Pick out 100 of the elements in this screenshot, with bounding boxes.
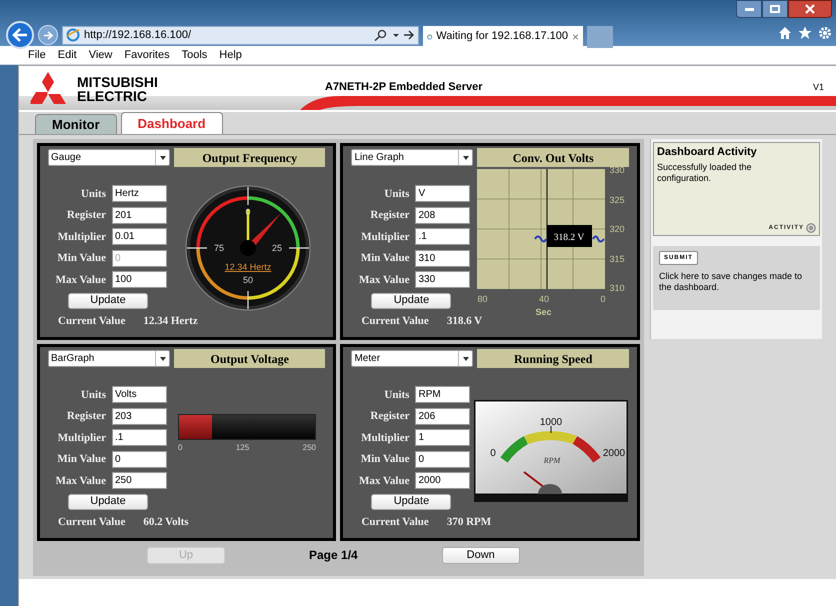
field-label: Max Value — [358, 474, 410, 488]
field-label: Units — [383, 388, 410, 402]
logo-diamonds-icon — [29, 72, 67, 106]
panel-title: Dashboard Activity — [656, 145, 758, 160]
text-field[interactable]: 206 — [415, 408, 470, 425]
status-message: Successfully loaded the configuration. — [656, 162, 753, 184]
display-type-dropdown[interactable]: Meter — [351, 350, 474, 367]
activity-indicator-icon — [806, 223, 816, 233]
current-value: 318.6 V — [446, 314, 482, 328]
text-field[interactable]: 310 — [415, 250, 470, 267]
field-label: Units — [383, 186, 410, 202]
current-value-label: Current Value — [361, 514, 429, 530]
text-field[interactable]: 0.01 — [112, 228, 167, 246]
field-label: Min Value — [56, 251, 107, 266]
field-label: Multiplier — [56, 430, 107, 446]
page-indicator: Page 1/4 — [309, 547, 358, 564]
page-tab[interactable]: Dashboard — [120, 112, 223, 134]
tab-close-button[interactable]: × — [572, 28, 579, 46]
axis-tick-label: 310 — [609, 283, 624, 293]
field-label: Register — [66, 409, 107, 424]
page-tab[interactable]: Monitor — [35, 114, 117, 134]
scale-label: 25 — [272, 242, 282, 253]
tooltip-background — [547, 225, 592, 247]
scale-label: 75 — [214, 242, 224, 253]
text-field[interactable]: 330 — [415, 271, 470, 288]
text-field[interactable]: 1 — [415, 429, 470, 446]
display-type-dropdown[interactable]: BarGraph — [48, 350, 170, 367]
display-type-dropdown[interactable]: Gauge — [48, 149, 170, 166]
axis-tick-label: 0 — [600, 294, 606, 304]
minimize-button[interactable] — [736, 0, 762, 18]
text-field[interactable]: 203 — [112, 408, 167, 425]
widget-title: Conv. Out Volts — [477, 148, 629, 167]
browser-page-icon — [66, 28, 80, 42]
version-label: V1 — [812, 81, 824, 94]
axis-tick-label: 330 — [609, 165, 624, 175]
scale-label: 2000 — [603, 448, 626, 459]
scale-label: 0 — [178, 442, 182, 454]
menu-item[interactable]: Favorites — [124, 46, 170, 64]
text-field[interactable]: 0 — [415, 450, 470, 468]
unit-label: RPM — [544, 456, 560, 465]
text-field[interactable]: 250 — [112, 472, 167, 490]
update-button[interactable]: Update — [371, 494, 452, 510]
widget-title: Output Voltage — [174, 349, 326, 368]
axis-tick-label: 325 — [609, 194, 624, 204]
down-button[interactable]: Down — [442, 546, 520, 564]
caret-icon — [462, 156, 469, 160]
server-title: A7NETH-2P Embedded Server — [325, 80, 483, 95]
scale-label: 0 — [245, 206, 250, 217]
axis-title: Sec — [535, 307, 552, 317]
field-label: Units — [80, 388, 107, 402]
back-button[interactable] — [6, 21, 34, 49]
field-label: Min Value — [360, 452, 410, 467]
widget-title: Running Speed — [477, 349, 629, 368]
text-field[interactable]: .1 — [112, 429, 167, 446]
forward-button[interactable] — [38, 25, 58, 45]
field-label: Multiplier — [360, 230, 410, 244]
caret-icon — [160, 156, 166, 160]
text-field[interactable]: 201 — [112, 206, 167, 224]
field-label: Units — [80, 186, 107, 202]
brand-name: ELECTRIC — [77, 89, 148, 103]
data-line-segment — [534, 236, 548, 242]
go-arrow-icon — [403, 29, 415, 41]
hint-text: Click here to save changes made to the dashboard. — [658, 271, 804, 293]
field-label: Register — [369, 409, 410, 424]
close-button[interactable] — [788, 0, 832, 18]
menu-item[interactable]: Edit — [58, 46, 77, 64]
display-type-dropdown[interactable]: Line Graph — [351, 149, 474, 166]
close-icon — [805, 4, 815, 14]
text-field[interactable]: Hertz — [112, 185, 167, 202]
update-button[interactable]: Update — [68, 494, 148, 510]
browser-tab[interactable]: Waiting for 192.168.17.100 × — [423, 26, 583, 48]
update-button[interactable]: Update — [68, 292, 148, 308]
menu-item[interactable]: Tools — [182, 46, 208, 64]
text-field[interactable]: Volts — [112, 386, 167, 404]
address-bar[interactable]: http://192.168.16.100/ — [62, 26, 419, 44]
tooltip-value-label: 318.2 V — [554, 233, 585, 243]
text-field[interactable]: 100 — [112, 271, 167, 288]
menu-item[interactable]: Help — [219, 46, 242, 64]
menu-item[interactable]: View — [88, 46, 112, 64]
text-field[interactable]: 208 — [415, 206, 470, 224]
text-field[interactable]: V — [415, 185, 470, 202]
text-field[interactable]: 0 — [112, 450, 167, 468]
field-label: Multiplier — [56, 230, 107, 244]
data-line-segment — [592, 236, 606, 242]
field-label: Register — [369, 208, 410, 223]
scale-label: 125 — [236, 442, 250, 454]
text-field[interactable]: .1 — [415, 228, 470, 246]
menu-item[interactable]: File — [28, 46, 46, 64]
scale-label: 0 — [490, 448, 496, 459]
back-arrow-icon — [12, 28, 28, 42]
update-button[interactable]: Update — [371, 292, 452, 308]
text-field[interactable]: 2000 — [415, 472, 470, 490]
search-icon — [373, 29, 389, 41]
field-label: Max Value — [54, 272, 107, 288]
caret-icon — [462, 356, 469, 360]
widget-title: Output Frequency — [174, 148, 326, 167]
text-field[interactable]: RPM — [415, 386, 470, 404]
maximize-button[interactable] — [762, 0, 788, 18]
scale-label: 250 — [302, 442, 316, 454]
star-icon — [798, 26, 812, 40]
